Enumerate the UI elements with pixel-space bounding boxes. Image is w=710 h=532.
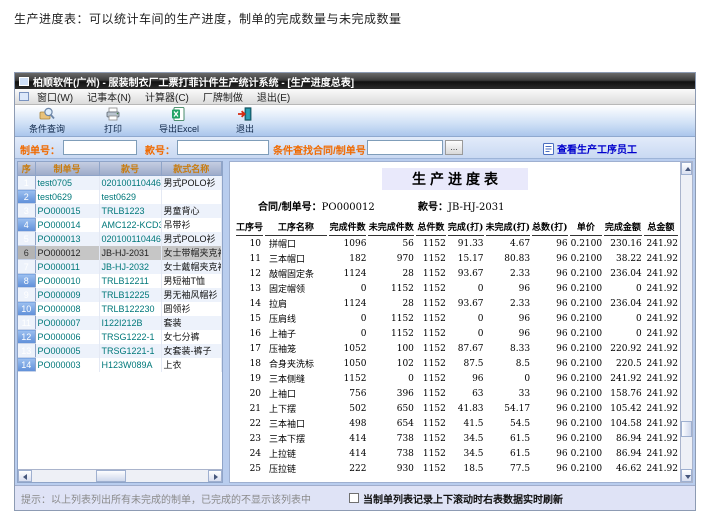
menu-item-notepad[interactable]: 记事本(N): [87, 89, 131, 104]
menu-item-badge[interactable]: 厂牌制做: [203, 89, 243, 104]
process-row: 25 压拉链 222 930 1152 18.5 77.5 96 0.2100 …: [236, 461, 678, 476]
order-row[interactable]: 14 PO000003 H123W089A 上衣: [18, 358, 222, 372]
print-button[interactable]: 打印: [87, 106, 139, 136]
report-order-label: 合同/制单号：: [258, 202, 322, 213]
refresh-checkbox[interactable]: [349, 493, 359, 503]
browse-button[interactable]: ...: [445, 140, 463, 155]
printer-icon: [105, 107, 121, 121]
title-bar[interactable]: 柏顺软件(广州) - 服装制衣厂工票打菲计件生产统计系统 - [生产进度总表]: [15, 73, 695, 89]
process-table-header: 工序号 工序名称 完成件数 未完成件数 总件数 完成(打) 未完成(打) 总数(…: [236, 219, 678, 236]
order-row[interactable]: 7 PO000011 JB-HJ-2032 女士戴帽夹克衫: [18, 260, 222, 274]
order-list-panel: 序 制单号 款号 款式名称 1 test0705 02010011044: [17, 161, 223, 483]
scroll-right-button[interactable]: [208, 470, 222, 482]
process-row: 22 三本袖口 498 654 1152 41.5 54.5 96 0.2100…: [236, 416, 678, 431]
filter-row: 制单号： 款号： 条件查找合同/制单号： ... 查看生产工序员工: [15, 137, 695, 159]
process-row: 15 压肩线 0 1152 1152 0 96 96 0.2100 0 241.: [236, 311, 678, 326]
order-list-hscrollbar[interactable]: [18, 469, 222, 482]
process-row: 23 三本下摆 414 738 1152 34.5 61.5 96 0.2100…: [236, 431, 678, 446]
order-row[interactable]: 13 PO000005 TRSG1221-1 女套装-裤子: [18, 344, 222, 358]
order-row[interactable]: 2 test0629 test0629: [18, 190, 222, 204]
order-row[interactable]: 1 test0705 020100110446 男式POLO衫: [18, 176, 222, 190]
style-no-input[interactable]: [177, 140, 269, 155]
page-caption: 生产进度表：可以统计车间的生产进度，制单的完成数量与未完成数量: [14, 10, 402, 27]
order-row[interactable]: 8 PO000010 TRLB12211 男短袖T恤: [18, 274, 222, 288]
process-row: 11 三本帽口 182 970 1152 15.17 80.83 96 0.21…: [236, 251, 678, 266]
order-row[interactable]: 3 PO000015 TRLB1223 男童背心: [18, 204, 222, 218]
hscroll-thumb[interactable]: [96, 470, 126, 482]
vscroll-thumb[interactable]: [681, 421, 692, 437]
order-row[interactable]: 9 PO000009 TRLB12225 男无袖风帽衫: [18, 288, 222, 302]
status-hint: 提示：以上列表列出所有未完成的制单，已完成的不显示该列表中: [21, 491, 311, 506]
scroll-left-button[interactable]: [18, 470, 32, 482]
order-row[interactable]: 6 PO000012 JB-HJ-2031 女士带帽夹克衫: [18, 246, 222, 260]
report-order-value: PO000012: [322, 202, 375, 213]
menu-bar: 窗口(W) 记事本(N) 计算器(C) 厂牌制做 退出(E): [15, 89, 695, 105]
app-window: 柏顺软件(广州) - 服装制衣厂工票打菲计件生产统计系统 - [生产进度总表] …: [14, 72, 696, 511]
process-row: 17 压袖笼 1052 100 1152 87.67 8.33 96 0.210…: [236, 341, 678, 356]
process-row: 13 固定帽领 0 1152 1152 0 96 96 0.2100 0 241: [236, 281, 678, 296]
mdi-child-icon: [19, 92, 29, 101]
order-list-header: 序 制单号 款号 款式名称: [18, 162, 222, 176]
process-row: 24 上拉链 414 738 1152 34.5 61.5 96 0.2100 …: [236, 446, 678, 461]
report-vscrollbar[interactable]: [680, 161, 693, 483]
menu-item-calculator[interactable]: 计算器(C): [145, 89, 189, 104]
process-row: 14 拉肩 1124 28 1152 93.67 2.33 96 0.2100 …: [236, 296, 678, 311]
menu-item-exit[interactable]: 退出(E): [257, 89, 290, 104]
process-row: 21 上下摆 502 650 1152 41.83 54.17 96 0.210…: [236, 401, 678, 416]
report-meta: 合同/制单号：PO000012 款号：JB-HJ-2031: [258, 198, 680, 213]
find-order-label: 条件查找合同/制单号：: [273, 142, 376, 157]
menu-item-window[interactable]: 窗口(W): [37, 89, 73, 104]
report-style-value: JB-HJ-2031: [448, 202, 504, 213]
exit-icon: [237, 107, 253, 121]
scroll-up-button[interactable]: [681, 162, 692, 175]
order-row[interactable]: 12 PO000006 TRSG1222-1 女七分裤: [18, 330, 222, 344]
exit-button[interactable]: 退出: [219, 106, 271, 136]
process-row: 12 敲帽固定条 1124 28 1152 93.67 2.33 96 0.21…: [236, 266, 678, 281]
toolbar: 条件查询 打印 导出Excel: [15, 105, 695, 137]
report-title: 生产进度表: [382, 168, 528, 190]
screenshot-root: 生产进度表：可以统计车间的生产进度，制单的完成数量与未完成数量 柏顺软件(广州)…: [0, 0, 710, 532]
order-list-table: 序 制单号 款号 款式名称 1 test0705 02010011044: [18, 162, 222, 372]
style-no-label: 款号：: [145, 142, 175, 157]
process-row: 16 上袖子 0 1152 1152 0 96 96 0.2100 0 241.: [236, 326, 678, 341]
process-row: 19 三本侧缝 1152 0 1152 96 0 96 0.2100 241.9…: [236, 371, 678, 386]
app-icon: [19, 77, 29, 86]
process-row: 20 上袖口 756 396 1152 63 33 96 0.2100 158.…: [236, 386, 678, 401]
find-order-input[interactable]: [367, 140, 443, 155]
refresh-checkbox-group[interactable]: 当制单列表记录上下滚动时右表数据实时刷新: [349, 491, 563, 506]
order-row[interactable]: 4 PO000014 AMC122-KCD31 吊带衫: [18, 218, 222, 232]
window-title: 柏顺软件(广州) - 服装制衣厂工票打菲计件生产统计系统 - [生产进度总表]: [33, 74, 354, 89]
progress-report-panel: 生产进度表 合同/制单号：PO000012 款号：JB-HJ-2031 工序号: [229, 161, 681, 483]
order-no-input[interactable]: [63, 140, 137, 155]
order-no-label: 制单号：: [20, 142, 60, 157]
main-area: 序 制单号 款号 款式名称 1 test0705 02010011044: [15, 159, 695, 485]
order-row[interactable]: 11 PO000007 I122I212B 套装: [18, 316, 222, 330]
scroll-down-button[interactable]: [681, 469, 692, 482]
order-row[interactable]: 10 PO000008 TRLB122230 圆领衫: [18, 302, 222, 316]
export-excel-button[interactable]: 导出Excel: [153, 106, 205, 136]
view-workers-link[interactable]: 查看生产工序员工: [543, 141, 637, 156]
order-row[interactable]: 5 PO000013 020100110446 男式POLO衫: [18, 232, 222, 246]
report-style-label: 款号：: [418, 202, 448, 213]
process-row: 18 合身夹洗标 1050 102 1152 87.5 8.5 96 0.210…: [236, 356, 678, 371]
query-button[interactable]: 条件查询: [21, 106, 73, 136]
process-row: 10 拼帽口 1096 56 1152 91.33 4.67 96 0.2100…: [236, 236, 678, 251]
status-bar: 提示：以上列表列出所有未完成的制单，已完成的不显示该列表中 当制单列表记录上下滚…: [15, 485, 695, 510]
excel-icon: [171, 107, 187, 121]
document-icon: [543, 143, 554, 155]
process-table: 工序号 工序名称 完成件数 未完成件数 总件数 完成(打) 未完成(打) 总数(…: [234, 219, 680, 476]
search-icon: [39, 107, 55, 121]
refresh-checkbox-label: 当制单列表记录上下滚动时右表数据实时刷新: [363, 491, 563, 506]
